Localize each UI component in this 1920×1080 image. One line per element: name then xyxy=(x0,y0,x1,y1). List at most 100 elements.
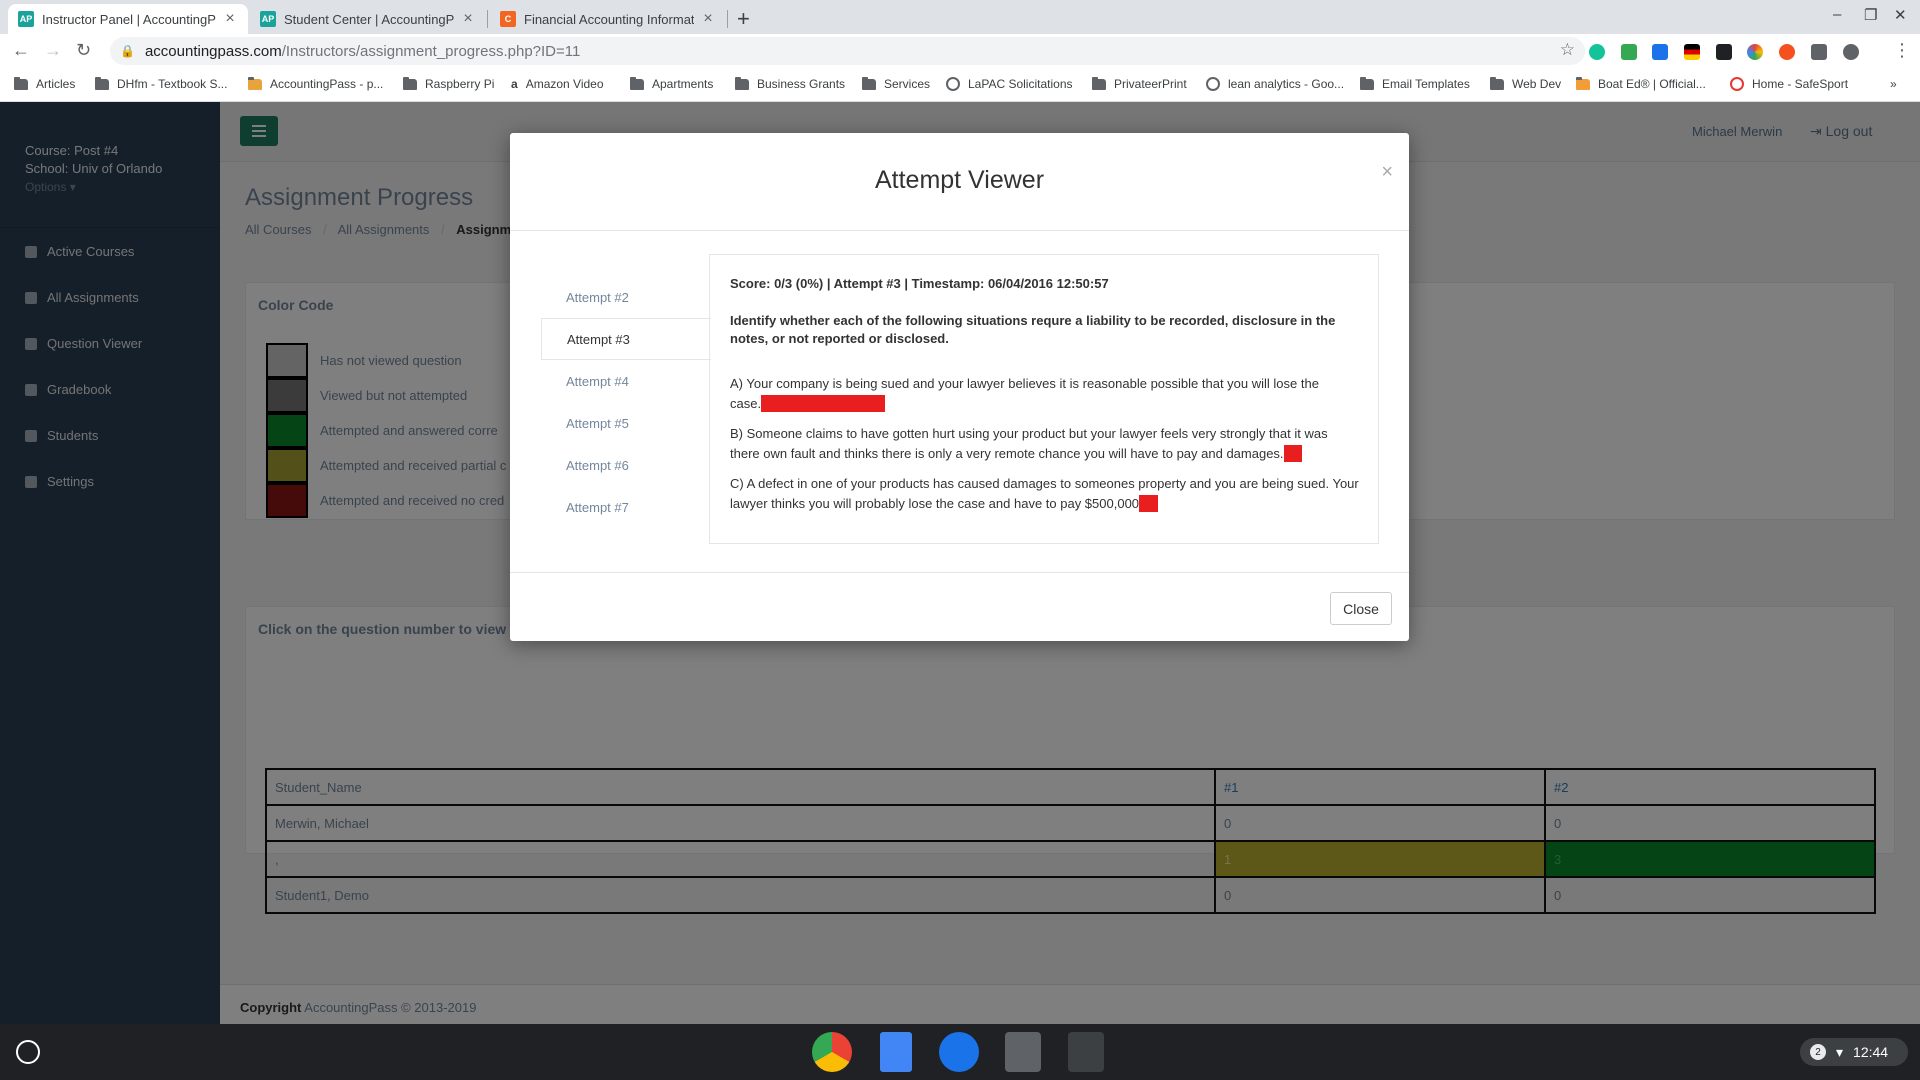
os-shelf: 2 ▾ 12:44 xyxy=(0,1024,1920,1080)
bookmark-accountingpass[interactable]: AccountingPass - p... xyxy=(248,76,383,91)
attempt-pane: Score: 0/3 (0%) | Attempt #3 | Timestamp… xyxy=(709,254,1379,544)
clock: 12:44 xyxy=(1853,1044,1889,1060)
modal-footer-divider xyxy=(510,572,1409,573)
tab-separator xyxy=(487,10,488,28)
folder-icon xyxy=(735,76,749,90)
back-arrow-icon[interactable]: ← xyxy=(12,40,30,61)
accountingpass-favicon-icon: AP xyxy=(260,11,276,27)
amazon-icon: a xyxy=(511,77,518,91)
folder-icon xyxy=(630,76,644,90)
forward-arrow-icon[interactable]: → xyxy=(44,40,62,61)
bookmark-raspberry-pi[interactable]: Raspberry Pi xyxy=(403,76,494,91)
tab-attempt-7[interactable]: Attempt #7 xyxy=(541,486,711,528)
folder-icon xyxy=(1490,76,1504,90)
notification-count: 2 xyxy=(1810,1044,1826,1060)
incorrect-response: aa xyxy=(1283,445,1303,462)
extension-honey-icon[interactable] xyxy=(1779,44,1795,60)
new-tab-plus-icon[interactable]: + xyxy=(737,6,750,32)
tab-attempt-4[interactable]: Attempt #4 xyxy=(541,360,711,402)
tab-close-icon[interactable]: × xyxy=(700,10,716,28)
incorrect-response: Disclose in the notes xyxy=(761,395,886,412)
answer-c: C) A defect in one of your products has … xyxy=(730,476,1359,512)
site-icon xyxy=(248,76,262,90)
status-tray[interactable]: 2 ▾ 12:44 xyxy=(1800,1038,1908,1066)
text-app-icon[interactable] xyxy=(1068,1032,1104,1072)
window-close-icon[interactable]: ✕ xyxy=(1894,6,1907,24)
tab-separator xyxy=(727,10,728,28)
close-button[interactable]: Close xyxy=(1330,592,1392,625)
extension-megaphone-icon[interactable] xyxy=(1652,44,1668,60)
docs-app-icon[interactable] xyxy=(880,1032,912,1072)
url-path: /Instructors/assignment_progress.php?ID=… xyxy=(281,42,581,60)
extension-flag-icon[interactable] xyxy=(1684,44,1700,60)
url-host: accountingpass.com xyxy=(144,42,282,60)
bookmark-safesport[interactable]: Home - SafeSport xyxy=(1730,77,1848,91)
tab-attempt-3[interactable]: Attempt #3 xyxy=(541,318,711,360)
launcher-icon[interactable] xyxy=(16,1040,40,1064)
folder-icon xyxy=(95,76,109,90)
folder-icon xyxy=(1360,76,1374,90)
folder-icon xyxy=(403,76,417,90)
bookmarks-bar: Articles DHfm - Textbook S... Accounting… xyxy=(0,68,1920,102)
answer-a: A) Your company is being sued and your l… xyxy=(730,376,1319,412)
bookmark-privateerprint[interactable]: PrivateerPrint xyxy=(1092,76,1187,91)
browser-tabstrip: AP Instructor Panel | AccountingPass × A… xyxy=(0,0,1920,34)
bookmark-amazon-video[interactable]: a Amazon Video xyxy=(511,77,604,91)
bookmark-lean-analytics[interactable]: lean analytics - Goo... xyxy=(1206,77,1344,91)
files-app-icon[interactable] xyxy=(939,1032,979,1072)
accountingpass-favicon-icon: AP xyxy=(18,11,34,27)
globe-icon xyxy=(946,77,960,91)
modal-header-divider xyxy=(510,230,1409,231)
tab-title: Financial Accounting Information xyxy=(524,11,694,27)
bookmark-business-grants[interactable]: Business Grants xyxy=(735,76,845,91)
bookmarks-overflow-icon[interactable]: » xyxy=(1890,77,1897,91)
bookmark-lapac[interactable]: LaPAC Solicitations xyxy=(946,77,1073,91)
web-page: Course: Post #4 School: Univ of Orlando … xyxy=(0,102,1920,1024)
folder-icon xyxy=(862,76,876,90)
wifi-icon: ▾ xyxy=(1836,1043,1844,1060)
minimize-icon[interactable]: – xyxy=(1833,6,1841,23)
chrome-app-icon[interactable] xyxy=(812,1032,852,1072)
tab-close-icon[interactable]: × xyxy=(460,10,476,28)
bookmark-boat-ed[interactable]: Boat Ed® | Official... xyxy=(1576,76,1706,91)
tab-attempt-2[interactable]: Attempt #2 xyxy=(541,276,711,318)
tab-attempt-6[interactable]: Attempt #6 xyxy=(541,444,711,486)
site-icon xyxy=(1730,77,1744,91)
bookmark-apartments[interactable]: Apartments xyxy=(630,76,713,91)
bookmark-services[interactable]: Services xyxy=(862,76,930,91)
restore-icon[interactable]: ❐ xyxy=(1864,6,1877,24)
extension-grid-icon[interactable] xyxy=(1716,44,1732,60)
extension-download-icon[interactable] xyxy=(1621,44,1637,60)
attempt-viewer-modal: Attempt Viewer × Attempt #2 Attempt #3 A… xyxy=(510,133,1409,641)
extension-mail-icon[interactable] xyxy=(1811,44,1827,60)
tab-title: Student Center | AccountingPass xyxy=(284,11,454,27)
browser-tab-financial-accounting[interactable]: C Financial Accounting Information × xyxy=(490,4,726,34)
bookmark-dhfm[interactable]: DHfm - Textbook S... xyxy=(95,76,227,91)
browser-tab-instructor-panel[interactable]: AP Instructor Panel | AccountingPass × xyxy=(8,4,248,34)
bookmark-email-templates[interactable]: Email Templates xyxy=(1360,76,1470,91)
lock-icon: 🔒 xyxy=(120,44,135,58)
close-icon[interactable]: × xyxy=(1381,161,1393,184)
answer-b: B) Someone claims to have gotten hurt us… xyxy=(730,426,1328,462)
extension-hand-icon[interactable] xyxy=(1843,44,1859,60)
calculator-app-icon[interactable] xyxy=(1005,1032,1041,1072)
bookmark-star-icon[interactable]: ☆ xyxy=(1560,40,1575,60)
address-bar[interactable]: 🔒 accountingpass.com/Instructors/assignm… xyxy=(110,37,1585,65)
extension-grammarly-icon[interactable] xyxy=(1589,44,1605,60)
bookmark-articles[interactable]: Articles xyxy=(14,76,75,91)
reload-icon[interactable]: ↻ xyxy=(76,40,91,61)
tab-title: Instructor Panel | AccountingPass xyxy=(42,11,216,27)
folder-icon xyxy=(14,76,28,90)
folder-icon xyxy=(1092,76,1106,90)
cengage-favicon-icon: C xyxy=(500,11,516,27)
incorrect-response: aa xyxy=(1139,495,1158,512)
attempt-score-header: Score: 0/3 (0%) | Attempt #3 | Timestamp… xyxy=(730,276,1109,291)
globe-icon xyxy=(1206,77,1220,91)
chrome-menu-icon[interactable]: ⋮ xyxy=(1893,40,1911,61)
browser-tab-student-center[interactable]: AP Student Center | AccountingPass × xyxy=(250,4,486,34)
tab-close-icon[interactable]: × xyxy=(222,10,238,28)
extension-color-icon[interactable] xyxy=(1747,44,1763,60)
site-icon xyxy=(1576,76,1590,90)
bookmark-web-dev[interactable]: Web Dev xyxy=(1490,76,1561,91)
tab-attempt-5[interactable]: Attempt #5 xyxy=(541,402,711,444)
